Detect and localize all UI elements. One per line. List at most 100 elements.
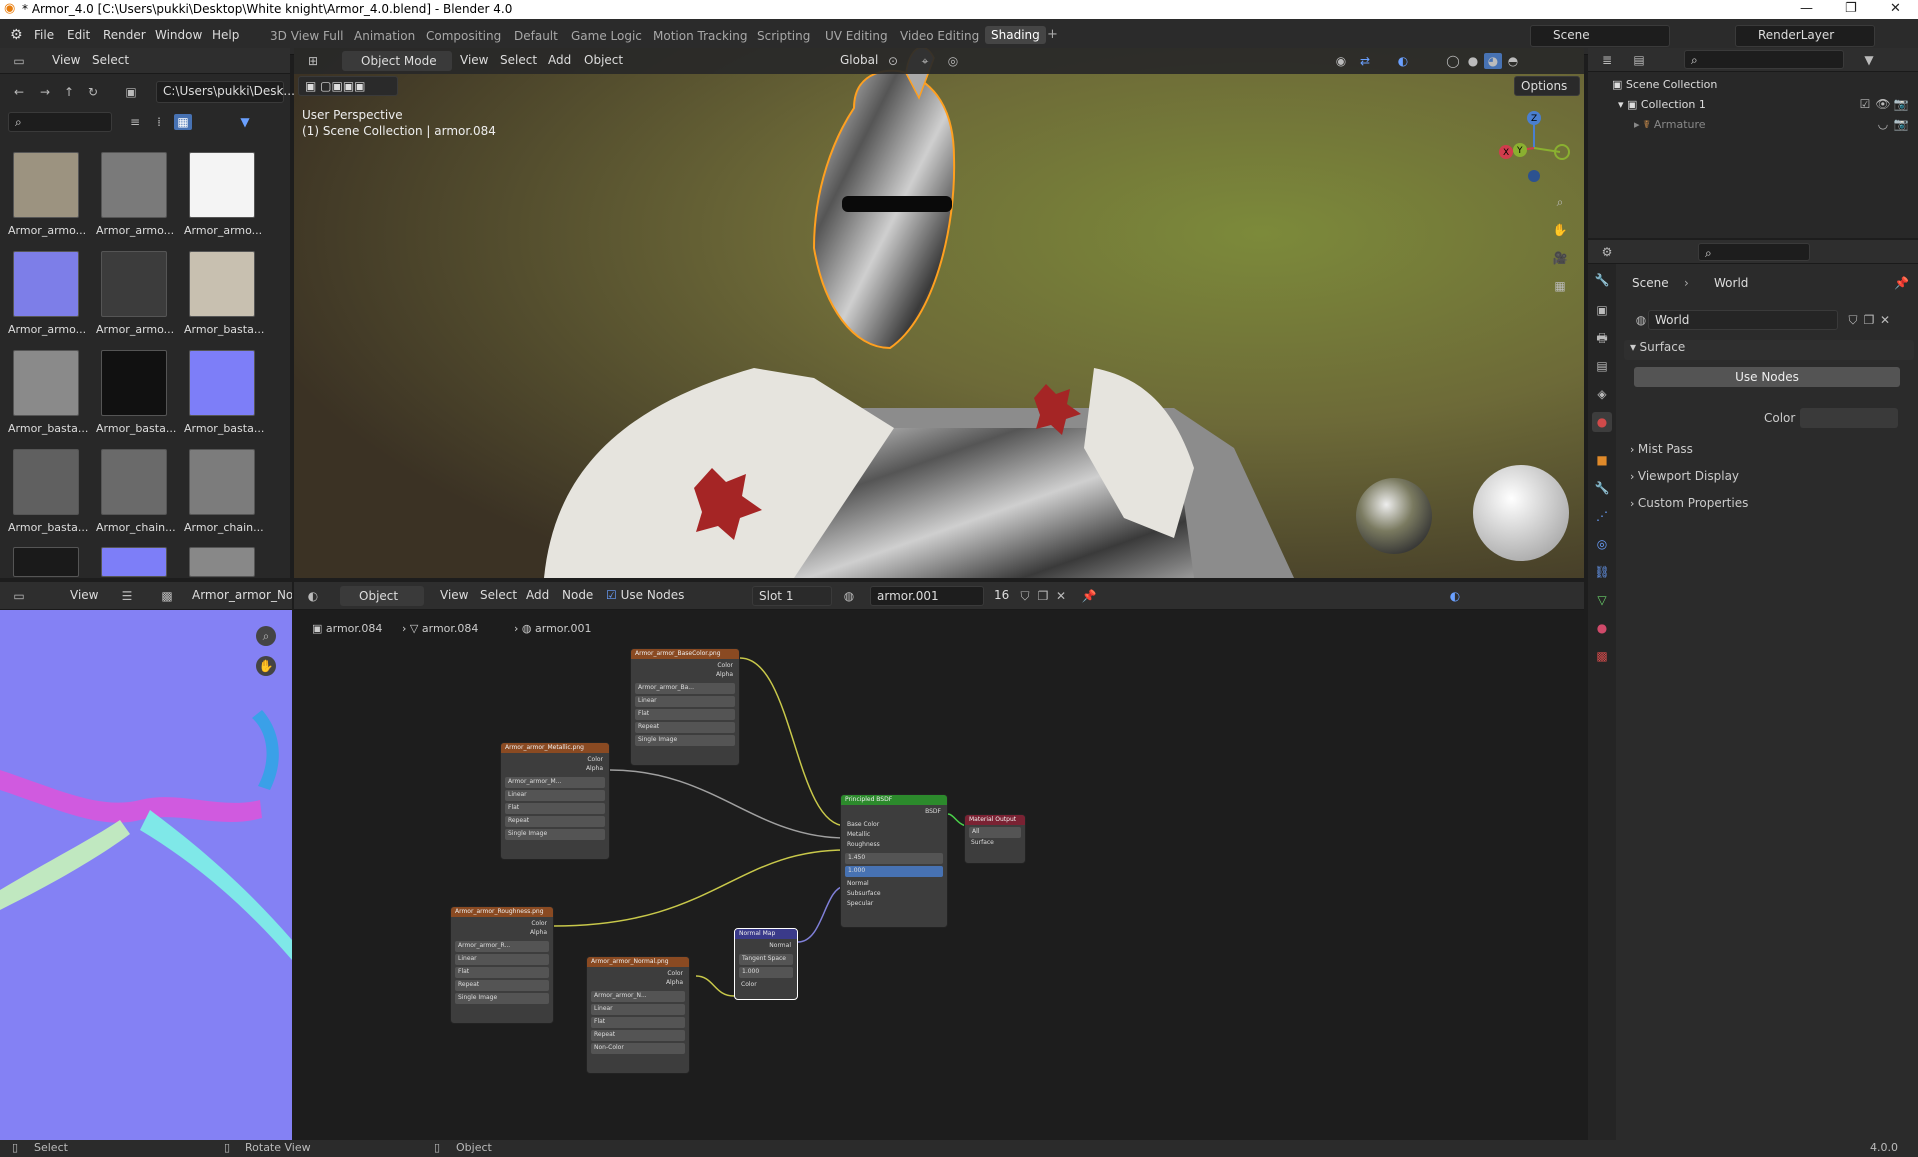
breadcrumb-world[interactable]: World [1714,276,1748,290]
menu-window[interactable]: Window [155,28,202,42]
node-normal-map[interactable]: Normal Map Normal Tangent Space 1.000 Co… [734,928,798,1000]
zoom-icon[interactable]: ⌕ [256,626,276,646]
world-name-field[interactable]: World [1648,310,1838,330]
render-tab-icon[interactable]: ▣ [1592,300,1612,320]
pan-hand-icon[interactable]: ✋ [256,656,276,676]
thumbnail[interactable] [101,152,167,218]
thumbnail[interactable] [189,152,255,218]
menu-help[interactable]: Help [212,28,239,42]
viewport-display-panel-header[interactable]: › Viewport Display [1624,469,1914,489]
pivot-icon[interactable]: ⊙ [884,53,902,69]
display-mode-icon[interactable]: ▤ [1630,52,1648,68]
editor-type-icon[interactable]: ▭ [10,588,28,604]
forward-icon[interactable]: → [36,84,54,100]
parent-dir-icon[interactable]: ↑ [60,84,78,100]
projection-select[interactable]: Flat [455,967,549,978]
image-selector[interactable]: Armor_armor_N... [591,991,685,1002]
menu-object[interactable]: Object [584,53,623,67]
world-icon[interactable]: ◍ [1632,312,1650,328]
target-select[interactable]: All [969,827,1021,838]
add-workspace-icon[interactable]: + [1047,27,1058,42]
interpolation-select[interactable]: Linear [505,790,605,801]
material-tab-icon[interactable]: ● [1592,618,1612,638]
world-tab-icon[interactable]: ● [1592,412,1612,432]
workspace-tab[interactable]: Default [514,29,558,43]
outliner-search-input[interactable]: ⌕ [1684,50,1844,69]
menu-select[interactable]: Select [92,53,129,67]
surface-panel-header[interactable]: ▾ Surface [1624,340,1914,360]
node-principled-bsdf[interactable]: Principled BSDF BSDF Base Color Metallic… [840,794,948,928]
workspace-tab[interactable]: Video Editing [900,29,979,43]
object-tab-icon[interactable]: ■ [1592,450,1612,470]
use-nodes-button[interactable]: Use Nodes [1634,367,1900,387]
node-material-output[interactable]: Material Output All Surface [964,814,1026,864]
scene-tab-icon[interactable]: ◈ [1592,384,1612,404]
rendered-shading-icon[interactable]: ◓ [1504,53,1522,69]
interpolation-select[interactable]: Linear [455,954,549,965]
alpha-field[interactable]: 1.000 [845,866,943,877]
panel-specular[interactable]: Specular [845,899,943,910]
path-field[interactable]: C:\Users\pukki\Desk... [156,81,295,103]
file-search-input[interactable]: ⌕ [8,112,112,132]
filter-icon[interactable]: ▼ [236,114,254,130]
minimize-button[interactable]: — [1800,1,1813,16]
renderlayer-selector[interactable]: RenderLayer [1735,25,1875,47]
back-icon[interactable]: ← [10,84,28,100]
interpolation-select[interactable]: Linear [635,696,735,707]
menu-add[interactable]: Add [548,53,571,67]
workspace-tab[interactable]: UV Editing [825,29,888,43]
thumbnail[interactable] [189,251,255,317]
navigation-gizmo[interactable]: Z X Y [1494,106,1574,186]
extension-select[interactable]: Repeat [591,1030,685,1041]
camera-icon[interactable]: 📷 [1892,96,1910,112]
source-select[interactable]: Single Image [635,735,735,746]
material-shading-icon[interactable]: ◕ [1484,53,1502,69]
solid-shading-icon[interactable]: ● [1464,53,1482,69]
workspace-tab-active[interactable]: Shading [985,26,1046,44]
thumbnail[interactable] [101,350,167,416]
eye-icon[interactable]: ◡ [1874,116,1892,132]
camera-view-icon[interactable]: 🎥 [1550,248,1570,268]
image-selector[interactable]: Armor_armor_R... [455,941,549,952]
gizmo-icon[interactable]: ⇄ [1356,53,1374,69]
scene-selector[interactable]: Scene [1530,25,1670,47]
source-select[interactable]: Single Image [505,829,605,840]
thumbnail[interactable] [13,547,79,577]
node-basecolor[interactable]: Armor_armor_BaseColor.png Color Alpha Ar… [630,648,740,766]
maximize-button[interactable]: ❐ [1845,1,1857,16]
thumbnail[interactable] [13,251,79,317]
colorspace-select[interactable]: Non-Color [591,1043,685,1054]
view-layer-tab-icon[interactable]: ▤ [1592,356,1612,376]
options-button[interactable]: Options [1514,76,1580,96]
extension-select[interactable]: Repeat [635,722,735,733]
thumbnail[interactable] [101,251,167,317]
workspace-tab[interactable]: Animation [354,29,415,43]
projection-select[interactable]: Flat [505,803,605,814]
close-button[interactable]: ✕ [1890,1,1901,16]
pan-hand-icon[interactable]: ✋ [1550,220,1570,240]
workspace-tab[interactable]: Game Logic [571,29,642,43]
editor-type-icon[interactable]: ⚙ [1598,244,1616,260]
output-tab-icon[interactable]: 🖶 [1592,328,1612,348]
pin-icon[interactable]: 📌 [1894,276,1909,290]
constraints-tab-icon[interactable]: ⛓ [1592,562,1612,582]
image-name[interactable]: Armor_armor_Norn [192,588,292,602]
image-selector[interactable]: Armor_armor_Ba... [635,683,735,694]
modifier-tab-icon[interactable]: 🔧 [1592,478,1612,498]
particles-tab-icon[interactable]: ⋰ [1592,506,1612,526]
thumbnail[interactable] [13,350,79,416]
outliner-scene-collection[interactable]: ▣ Scene Collection [1612,78,1717,91]
node-metallic[interactable]: Armor_armor_Metallic.png Color Alpha Arm… [500,742,610,860]
workspace-tab[interactable]: 3D View Full [270,29,344,43]
blender-menu-icon[interactable]: ⚙ [10,27,23,43]
source-select[interactable]: Single Image [455,993,549,1004]
image-selector[interactable]: Armor_armor_M... [505,777,605,788]
orientation-selector[interactable]: Global [840,53,878,67]
menu-view[interactable]: View [52,53,80,67]
overlay-icon[interactable]: ◐ [1394,53,1412,69]
outliner-armature[interactable]: ▸ ☤ Armature [1634,118,1706,131]
menu-edit[interactable]: Edit [67,28,90,42]
camera-icon[interactable]: 📷 [1892,116,1910,132]
menu-select[interactable]: Select [500,53,537,67]
strength-field[interactable]: 1.000 [739,967,793,978]
